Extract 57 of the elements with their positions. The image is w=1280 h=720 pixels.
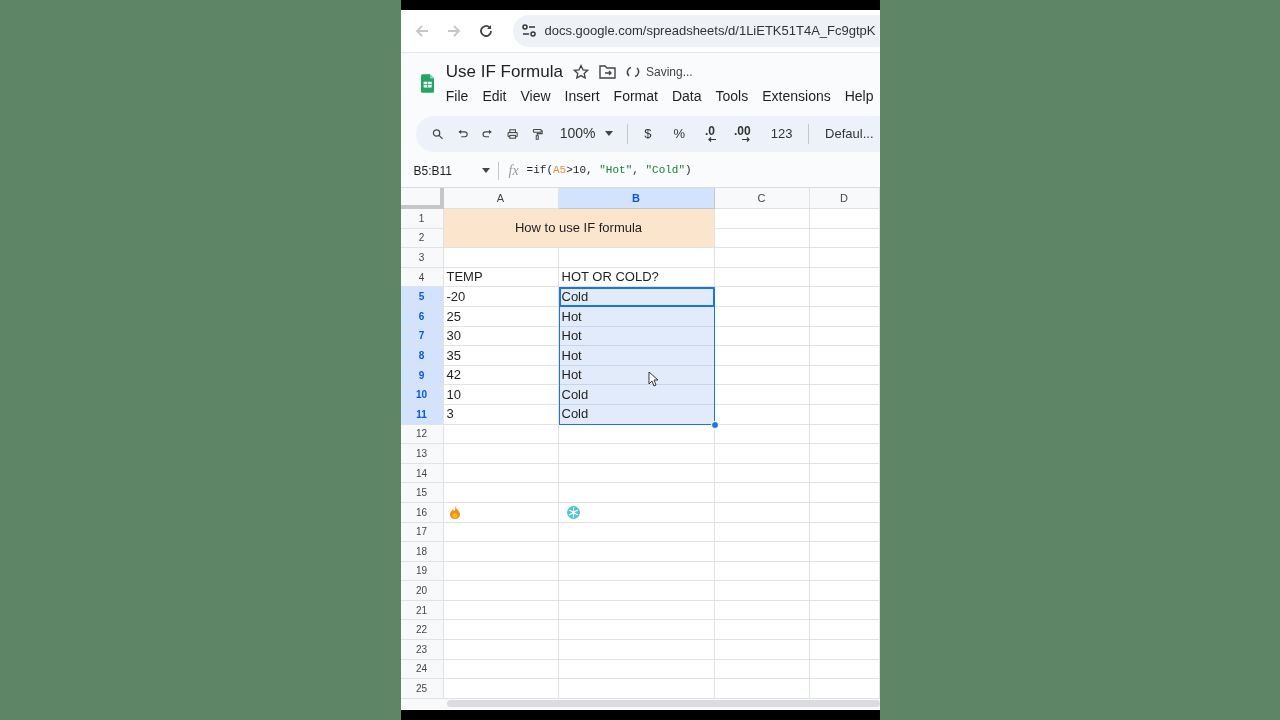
row-header[interactable]: 1 (400, 209, 444, 229)
table-cell[interactable]: Cold (558, 385, 715, 405)
formula-input[interactable]: =if(A5>10, "Hot", "Cold") (526, 162, 692, 179)
table-cell[interactable]: -20 (443, 287, 559, 307)
row-header[interactable]: 3 (400, 248, 444, 268)
menu-item[interactable]: Format (607, 86, 664, 108)
row-header[interactable]: 14 (400, 463, 444, 484)
row-header[interactable]: 16 (400, 502, 444, 523)
column-header[interactable]: A (443, 188, 559, 209)
toolbar-button[interactable]: % (667, 123, 691, 144)
document-title[interactable]: Use IF Formula (445, 58, 563, 85)
row-header[interactable]: 2 (400, 228, 444, 249)
row-header[interactable]: 19 (400, 561, 444, 582)
saving-status: Saving... (645, 63, 693, 81)
row-header[interactable]: 7 (400, 326, 444, 347)
menu-item[interactable]: Help (838, 86, 880, 108)
row-header[interactable]: 15 (400, 483, 444, 503)
row-header[interactable]: 17 (400, 522, 444, 543)
name-box[interactable]: B5:B11 (406, 161, 499, 180)
row-header[interactable]: 4 (400, 267, 444, 288)
row-header[interactable]: 25 (400, 679, 444, 699)
toolbar-button[interactable]: Defaul... (819, 123, 880, 144)
menu-item[interactable]: Tools (709, 86, 755, 108)
toolbar-button[interactable]: 123 (764, 123, 799, 144)
menu-item[interactable]: Edit (476, 86, 513, 108)
row-header[interactable]: 11 (400, 404, 444, 425)
address-bar[interactable]: docs.google.com/spreadsheets/d/1LiETK51T4A_Fc9gtpK (512, 15, 880, 47)
menu-item[interactable]: Extensions (756, 86, 837, 108)
table-cell[interactable]: 10 (443, 385, 559, 405)
column-header[interactable]: C (714, 188, 810, 209)
table-cell[interactable]: 35 (443, 346, 559, 366)
row-header[interactable]: 21 (400, 600, 444, 621)
merged-title-cell[interactable]: How to use IF formula (443, 209, 715, 249)
column-header[interactable]: D (809, 188, 880, 209)
column-header[interactable]: B (558, 188, 715, 209)
increase-decimal-button[interactable]: .00 (730, 125, 755, 142)
row-header[interactable]: 22 (400, 620, 444, 641)
toolbar-button[interactable]: $ (638, 123, 658, 144)
row-header[interactable]: 20 (400, 581, 444, 601)
row-header[interactable]: 8 (400, 346, 444, 366)
row-header[interactable]: 10 (400, 385, 444, 405)
row-header[interactable]: 24 (400, 659, 444, 680)
row-header[interactable]: 12 (400, 424, 444, 445)
menu-item[interactable]: Data (665, 86, 708, 108)
function-label: fx (508, 162, 519, 180)
decrease-decimal-button[interactable]: .0 (701, 125, 720, 142)
zoom-dropdown[interactable]: 100% (555, 123, 618, 144)
table-cell[interactable]: Hot (558, 346, 715, 366)
menu-item[interactable]: File (439, 86, 475, 108)
row-header[interactable]: 23 (400, 640, 444, 660)
row-header[interactable]: 6 (400, 306, 444, 327)
row-header[interactable]: 5 (400, 287, 444, 307)
row-header[interactable]: 18 (400, 542, 444, 562)
menu-item[interactable]: Insert (558, 86, 606, 108)
row-header[interactable]: 9 (400, 365, 444, 386)
row-header[interactable]: 13 (400, 444, 444, 464)
menu-item[interactable]: View (514, 86, 557, 108)
